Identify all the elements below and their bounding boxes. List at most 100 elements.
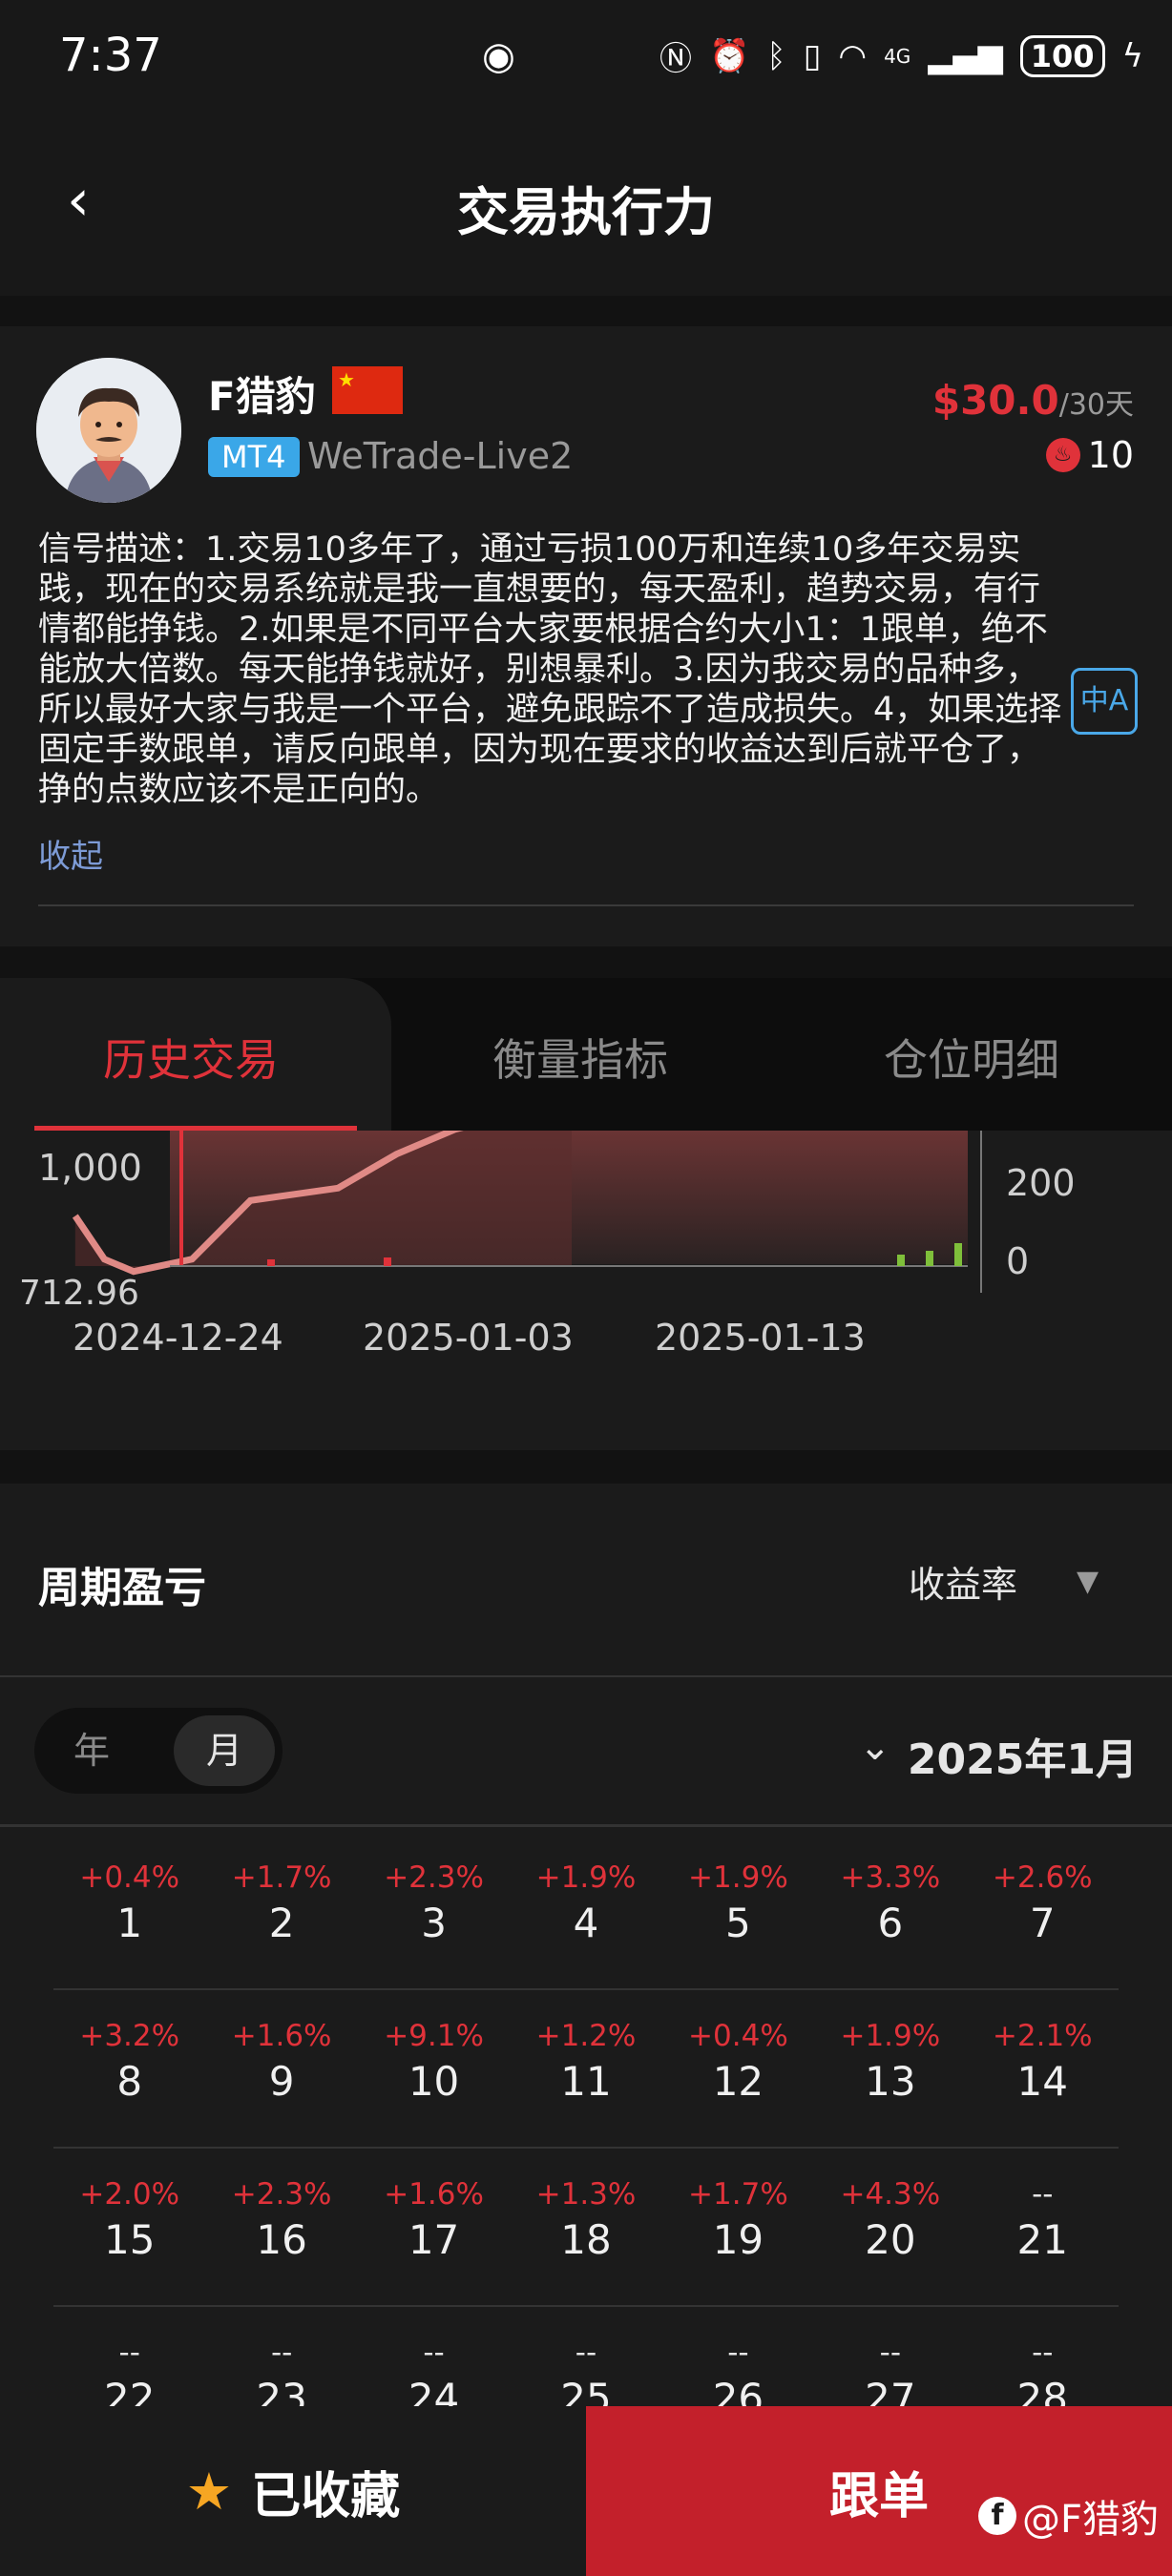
status-time: 7:37 [59, 29, 162, 82]
metric-select[interactable]: 收益率 [909, 1555, 1017, 1608]
calendar-day-cell[interactable]: +1.6% 17 [358, 2149, 510, 2305]
day-return: +1.6% [384, 2177, 484, 2212]
day-return: -- [1032, 2177, 1054, 2212]
day-number: 2 [268, 1900, 295, 1946]
tab-metrics[interactable]: 衡量指标 [492, 1026, 668, 1089]
day-return: +2.0% [79, 2177, 180, 2212]
calendar-day-cell[interactable]: +1.9% 5 [662, 1832, 814, 1988]
day-number: 5 [725, 1900, 751, 1946]
calendar-day-cell[interactable]: +1.7% 19 [662, 2149, 814, 2305]
day-number: 17 [408, 2216, 460, 2263]
segment-month[interactable]: 月 [174, 1715, 275, 1786]
trader-name: F猎豹 [208, 373, 316, 420]
eye-icon: ◉ [482, 34, 515, 78]
y-tick-label: 712.96 [19, 1274, 139, 1313]
day-number: 11 [560, 2058, 612, 2105]
day-return: +2.6% [992, 1860, 1093, 1895]
day-number: 7 [1029, 1900, 1056, 1946]
platform-badge: MT4 [208, 437, 300, 477]
day-return: +1.7% [231, 1860, 332, 1895]
vibrate-icon: ▯ [803, 36, 822, 75]
day-number: 12 [712, 2058, 764, 2105]
calendar-day-cell[interactable]: +1.7% 2 [205, 1832, 357, 1988]
tab-history[interactable]: 历史交易 [103, 1026, 279, 1089]
day-return: +3.2% [79, 2019, 180, 2053]
day-number: 16 [256, 2216, 307, 2263]
day-return: +1.9% [535, 1860, 637, 1895]
volume-bar [897, 1255, 905, 1266]
favorite-label: 已收藏 [251, 2467, 401, 2525]
heat-indicator: ♨ 10 [1045, 434, 1134, 476]
y-tick-label: 1,000 [38, 1147, 142, 1189]
day-return: +1.7% [688, 2177, 788, 2212]
watermark: f @F猎豹 [977, 2488, 1159, 2544]
subscription-price: $30.0/30天 [932, 377, 1134, 424]
page-title: 交易执行力 [457, 182, 715, 242]
day-number: 19 [712, 2216, 764, 2263]
y-right-tick-label: 200 [1006, 1162, 1076, 1204]
day-return: -- [575, 2336, 597, 2370]
segment-year[interactable]: 年 [34, 1708, 149, 1794]
translate-icon[interactable]: 中A [1071, 668, 1138, 735]
day-number: 6 [877, 1900, 904, 1946]
equity-chart[interactable]: 1,000 712.96 200 0 2024-12-24 2025-01-03… [0, 1131, 1172, 1450]
caret-down-icon[interactable]: ▼ [1077, 1565, 1099, 1598]
chevron-down-icon[interactable]: ⌄ [859, 1725, 891, 1769]
volume-bar [926, 1251, 933, 1266]
day-return: +4.3% [840, 2177, 941, 2212]
avatar-illustration [36, 358, 181, 503]
calendar-day-cell[interactable]: +1.9% 4 [510, 1832, 661, 1988]
day-number: 18 [560, 2216, 612, 2263]
calendar-week-row: +2.0% 15 +2.3% 16 +1.6% 17 +1.3% 18 +1.7% 19 +4.3%… [53, 2149, 1119, 2307]
calendar-day-cell[interactable]: +2.3% 16 [205, 2149, 357, 2305]
signal-network: 4G [884, 44, 911, 68]
day-return: -- [727, 2336, 749, 2370]
day-return: +2.3% [231, 2177, 332, 2212]
calendar-day-cell[interactable]: +0.4% 12 [662, 1990, 814, 2147]
day-return: -- [879, 2336, 902, 2370]
calendar-day-cell[interactable]: -- 21 [967, 2149, 1119, 2305]
calendar-day-cell[interactable]: +1.3% 18 [510, 2149, 661, 2305]
calendar-day-cell[interactable]: +9.1% 10 [358, 1990, 510, 2147]
day-return: +9.1% [384, 2019, 484, 2053]
calendar-day-cell[interactable]: +1.2% 11 [510, 1990, 661, 2147]
signal-description: 信号描述：1.交易10多年了，通过亏损100万和连续10多年交易实践，现在的交易… [38, 530, 1062, 809]
wifi-icon: ◠ [838, 36, 868, 75]
x-tick-label: 2025-01-13 [655, 1317, 866, 1359]
china-flag-icon: ★ [332, 366, 403, 414]
tab-positions[interactable]: 仓位明细 [884, 1026, 1059, 1089]
alarm-icon: ⏰ [708, 36, 750, 75]
day-return: +1.2% [535, 2019, 637, 2053]
price-unit: /30天 [1058, 388, 1134, 422]
collapse-link[interactable]: 收起 [38, 830, 103, 877]
calendar-day-cell[interactable]: +1.6% 9 [205, 1990, 357, 2147]
facebook-icon: f [977, 2497, 1016, 2535]
price-value: $30.0 [931, 377, 1059, 424]
calendar-day-cell[interactable]: +3.2% 8 [53, 1990, 205, 2147]
calendar-day-cell[interactable]: +2.6% 7 [967, 1832, 1119, 1988]
calendar-day-cell[interactable]: +0.4% 1 [53, 1832, 205, 1988]
favorite-button[interactable]: ★ 已收藏 [0, 2406, 586, 2576]
day-return: +2.3% [384, 1860, 484, 1895]
avatar[interactable] [36, 358, 181, 503]
calendar-week-row: +3.2% 8 +1.6% 9 +9.1% 10 +1.2% 11 +0.4% 12 +1.9% 13… [53, 1990, 1119, 2149]
calendar-day-cell[interactable]: +2.3% 3 [358, 1832, 510, 1988]
volume-bar [954, 1243, 962, 1266]
day-number: 3 [421, 1900, 447, 1946]
calendar-day-cell[interactable]: +4.3% 20 [814, 2149, 966, 2305]
month-selector[interactable]: 2025年1月 [908, 1725, 1138, 1786]
calendar-week-row: +0.4% 1 +1.7% 2 +2.3% 3 +1.9% 4 +1.9% 5 +3.3% 6 +2.6… [53, 1832, 1119, 1990]
pnl-calendar: +0.4% 1 +1.7% 2 +2.3% 3 +1.9% 4 +1.9% 5 +3.3% 6 +2.6… [53, 1832, 1119, 2465]
calendar-day-cell[interactable]: +1.9% 13 [814, 1990, 966, 2147]
day-number: 15 [103, 2216, 156, 2263]
day-number: 8 [116, 2058, 143, 2105]
calendar-day-cell[interactable]: +3.3% 6 [814, 1832, 966, 1988]
day-return: +1.3% [535, 2177, 637, 2212]
calendar-day-cell[interactable]: +2.0% 15 [53, 2149, 205, 2305]
battery-indicator: 100 [1019, 34, 1105, 77]
server-name: WeTrade-Live2 [307, 435, 574, 477]
day-return: +0.4% [79, 1860, 180, 1895]
day-return: +0.4% [688, 2019, 788, 2053]
volume-bar [384, 1257, 391, 1266]
calendar-day-cell[interactable]: +2.1% 14 [967, 1990, 1119, 2147]
